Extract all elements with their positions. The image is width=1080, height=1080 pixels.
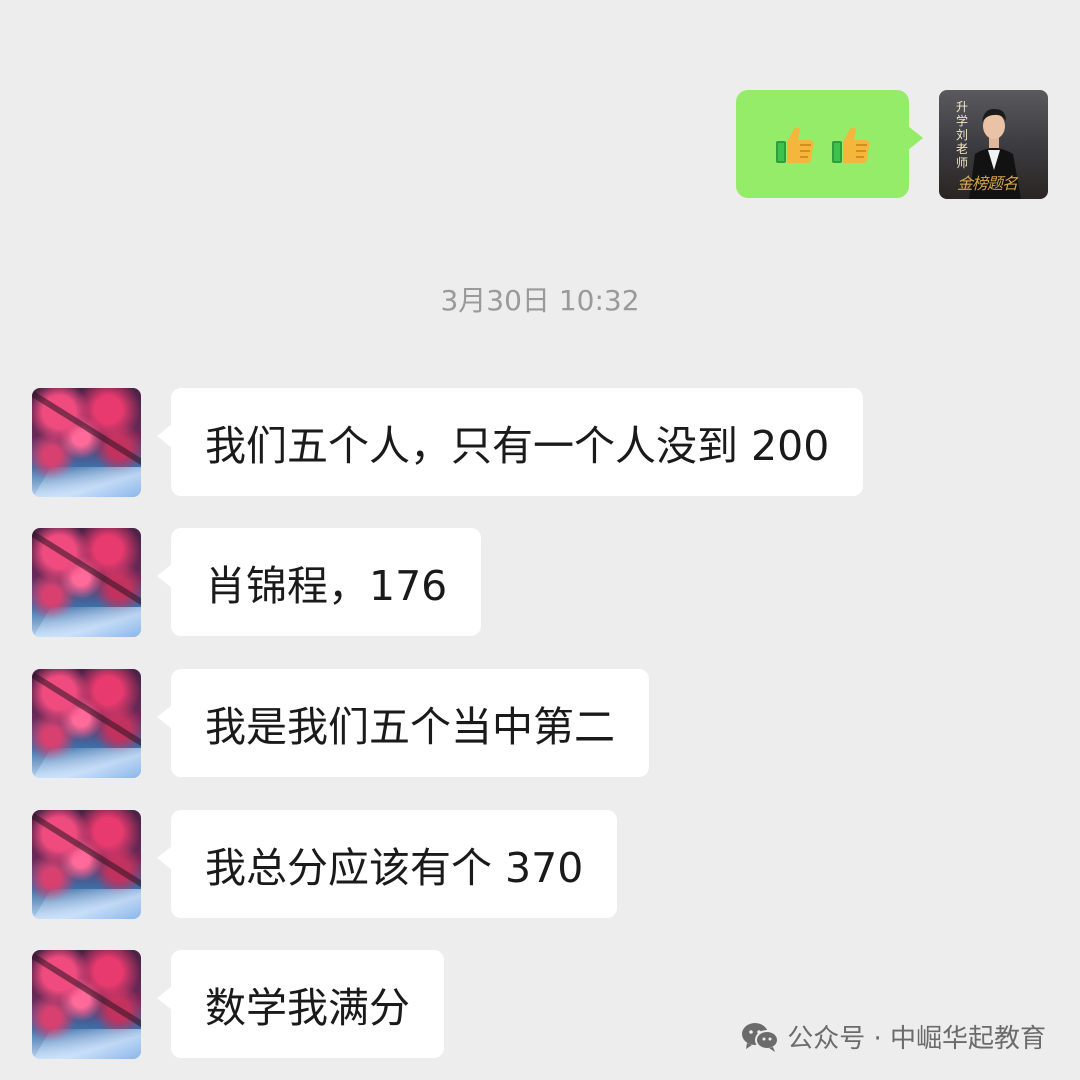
chat-area: 升学刘老师 金榜题名 3月30日 10:32 我们五个人，只有一个人没到 200… bbox=[0, 0, 1080, 1080]
incoming-message-row: 我总分应该有个 370 bbox=[32, 810, 618, 919]
watermark-label: 公众号 · 中崛华起教育 bbox=[787, 1024, 1046, 1054]
sender-avatar[interactable] bbox=[32, 950, 141, 1059]
incoming-message-bubble[interactable]: 我是我们五个当中第二 bbox=[157, 669, 649, 777]
incoming-message-bubble[interactable]: 我们五个人，只有一个人没到 200 bbox=[156, 388, 864, 496]
thumbs-up-emoji-group bbox=[774, 123, 872, 165]
outgoing-message-bubble[interactable] bbox=[736, 90, 923, 198]
incoming-message-row: 我是我们五个当中第二 bbox=[32, 669, 649, 778]
message-timestamp: 3月30日 10:32 bbox=[440, 284, 640, 317]
sender-avatar[interactable] bbox=[32, 528, 141, 637]
outgoing-message-row: 升学刘老师 金榜题名 bbox=[736, 90, 1048, 199]
sender-avatar[interactable] bbox=[32, 388, 141, 497]
watermark: 公众号 · 中崛华起教育 bbox=[741, 1018, 1046, 1055]
sender-avatar[interactable] bbox=[32, 810, 141, 919]
incoming-message-bubble[interactable]: 我总分应该有个 370 bbox=[156, 810, 618, 918]
teacher-avatar-script: 金榜题名 bbox=[957, 174, 1018, 193]
sender-avatar[interactable] bbox=[32, 669, 141, 778]
incoming-message-row: 数学我满分 bbox=[32, 950, 444, 1059]
incoming-message-bubble[interactable]: 肖锦程，176 bbox=[156, 528, 482, 636]
incoming-message-bubble[interactable]: 数学我满分 bbox=[157, 950, 444, 1058]
teacher-avatar-tag: 升学刘老师 bbox=[955, 100, 968, 170]
thumbs-up-icon bbox=[775, 127, 814, 163]
incoming-message-row: 肖锦程，176 bbox=[32, 528, 482, 637]
wechat-icon bbox=[742, 1022, 780, 1052]
incoming-message-row: 我们五个人，只有一个人没到 200 bbox=[32, 388, 864, 497]
thumbs-up-icon bbox=[831, 127, 870, 163]
teacher-avatar[interactable]: 升学刘老师 金榜题名 bbox=[939, 90, 1048, 199]
